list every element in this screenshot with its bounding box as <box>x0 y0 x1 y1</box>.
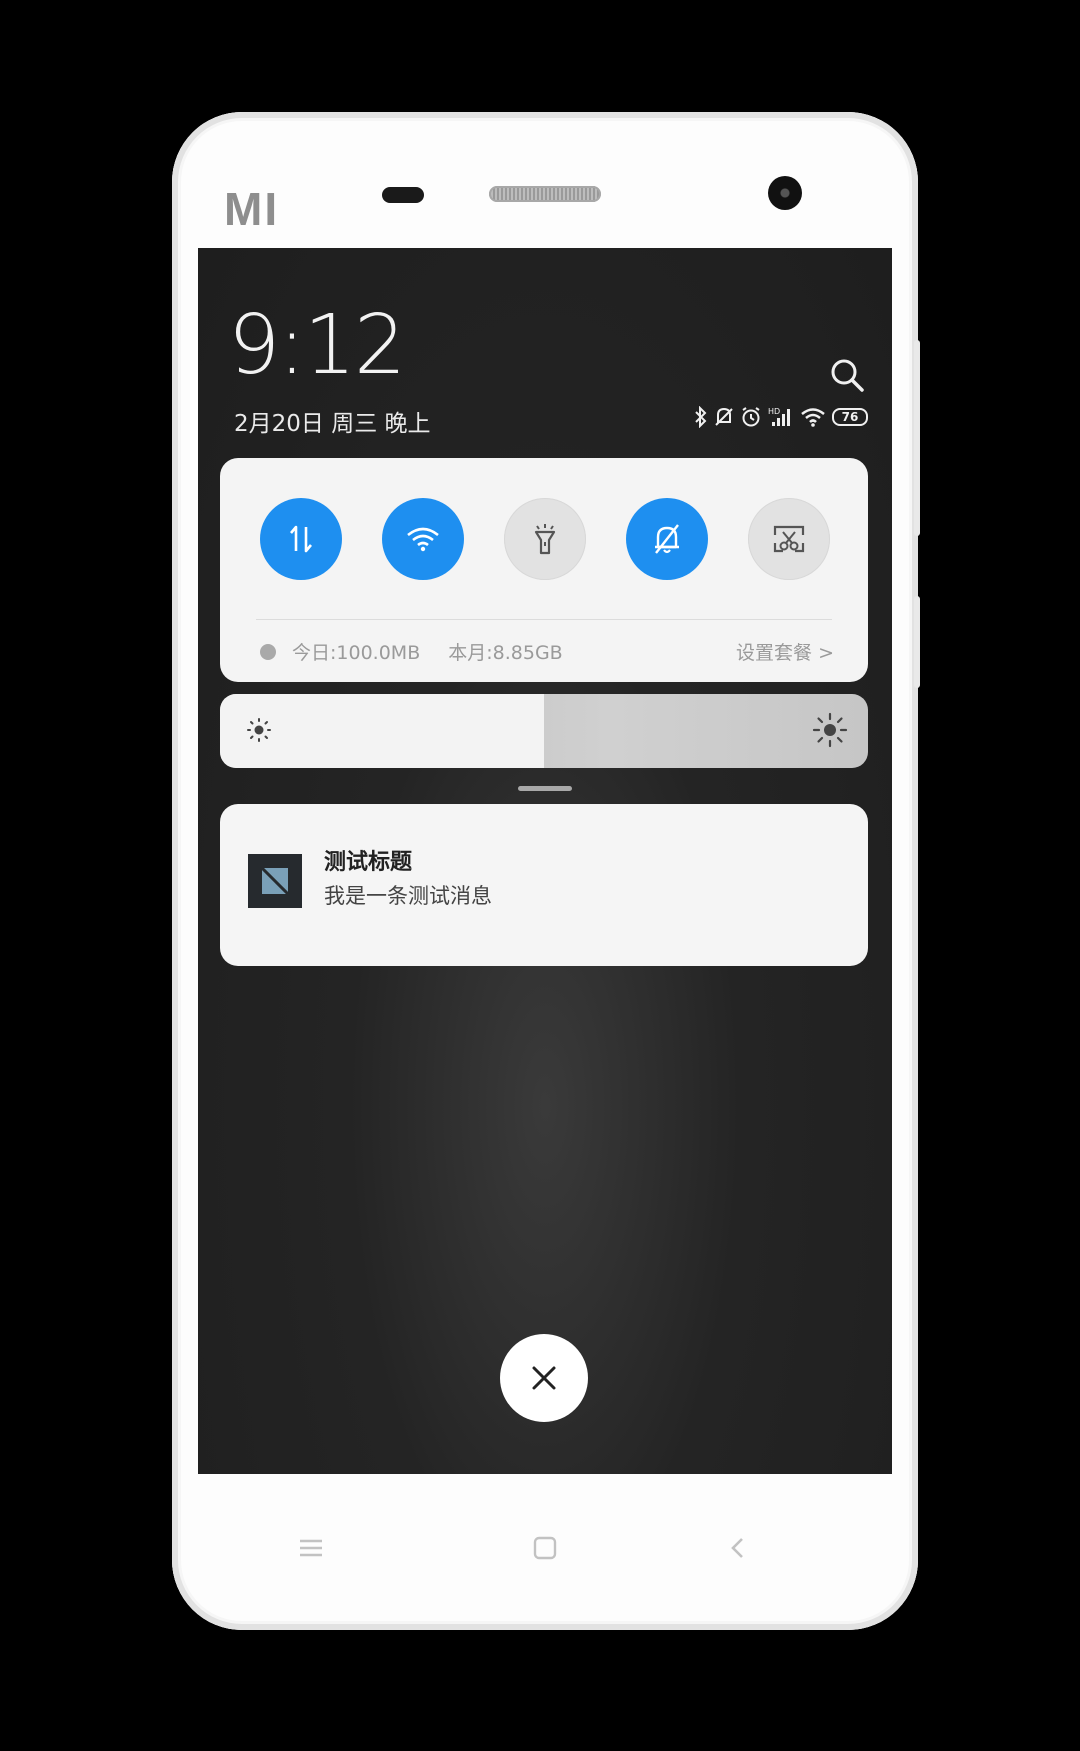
expand-handle[interactable] <box>518 786 572 791</box>
screenshot-toggle[interactable] <box>748 498 830 580</box>
front-camera <box>768 176 802 210</box>
notification-body: 我是一条测试消息 <box>324 884 492 908</box>
search-icon[interactable] <box>828 356 866 394</box>
notification-card[interactable]: 测试标题 我是一条测试消息 <box>220 804 868 966</box>
set-plan-link[interactable]: 设置套餐 > <box>736 638 834 665</box>
home-key-icon[interactable] <box>533 1536 557 1560</box>
quick-settings-divider <box>256 619 832 620</box>
flashlight-icon <box>534 524 556 555</box>
data-usage-icon <box>260 643 276 660</box>
wifi-signal-icon <box>801 408 825 427</box>
power-button <box>914 596 920 688</box>
alarm-icon <box>742 407 760 427</box>
quick-settings-panel: 今日:100.0MB 本月:8.85GB 设置套餐 > <box>220 458 868 682</box>
volume-button <box>914 340 920 536</box>
back-key-icon[interactable] <box>728 1536 748 1560</box>
mute-bell-icon <box>715 407 733 426</box>
today-usage: 今日:100.0MB <box>292 642 421 664</box>
earpiece-speaker <box>489 186 601 202</box>
wifi-icon <box>407 527 439 552</box>
phone-frame: MI 9:12 2月20日 周三 晚上 HD 76 今日:100.0MB 本月:… <box>172 112 920 1630</box>
hd-signal-icon: HD <box>768 407 790 426</box>
dismiss-all-button[interactable] <box>500 1334 588 1422</box>
app-icon <box>248 854 302 908</box>
menu-key-icon[interactable] <box>298 1536 324 1560</box>
quick-toggles <box>260 498 830 580</box>
screen: 9:12 2月20日 周三 晚上 HD 76 今日:100.0MB 本月:8.8… <box>198 248 892 1474</box>
notification-title: 测试标题 <box>324 850 413 875</box>
date-label: 2月20日 周三 晚上 <box>234 411 431 437</box>
silent-toggle[interactable] <box>626 498 708 580</box>
clock: 9:12 <box>228 298 406 393</box>
bell-off-icon <box>655 524 679 554</box>
navigation-keys <box>172 1536 918 1576</box>
bluetooth-icon <box>695 406 707 428</box>
flashlight-toggle[interactable] <box>504 498 586 580</box>
scissors-icon <box>773 525 805 553</box>
wifi-toggle[interactable] <box>382 498 464 580</box>
brightness-slider[interactable] <box>220 694 868 768</box>
battery-icon: 76 <box>832 408 868 426</box>
mobile-data-toggle[interactable] <box>260 498 342 580</box>
month-usage: 本月:8.85GB <box>448 642 563 664</box>
mi-logo: MI <box>224 183 280 235</box>
brightness-high-icon <box>812 712 848 748</box>
proximity-sensor <box>382 187 424 203</box>
mobile-data-icon <box>290 525 312 553</box>
close-icon <box>532 1366 556 1390</box>
brightness-low-icon <box>247 718 271 742</box>
data-usage-row: 今日:100.0MB 本月:8.85GB 设置套餐 > <box>260 638 834 665</box>
svg-text:HD: HD <box>768 407 780 416</box>
status-bar-icons: HD 76 <box>694 406 868 428</box>
